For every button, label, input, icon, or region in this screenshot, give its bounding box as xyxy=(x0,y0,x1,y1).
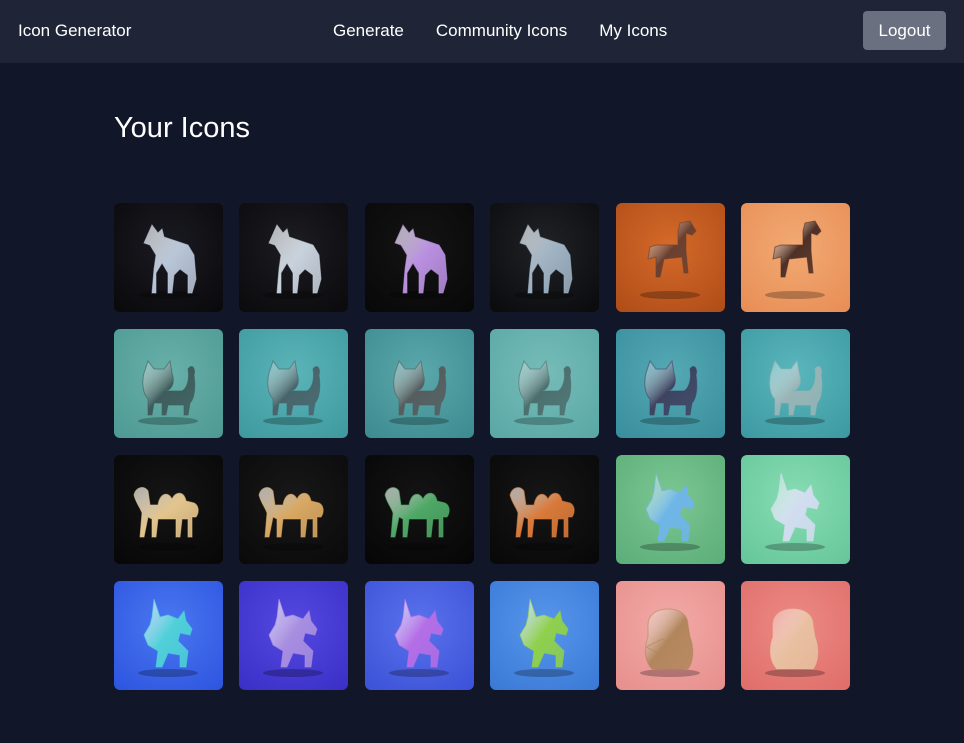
icon-tile-horse[interactable] xyxy=(740,203,850,312)
unicorn-icon xyxy=(490,581,600,690)
wolf-icon xyxy=(239,203,349,312)
icon-tile-cat[interactable] xyxy=(114,329,223,438)
icon-tile-cat[interactable] xyxy=(615,329,725,438)
icon-tile-wolf[interactable] xyxy=(239,203,349,312)
nav-my-icons[interactable]: My Icons xyxy=(599,21,667,41)
icon-tile-unicorn[interactable] xyxy=(239,581,349,690)
unicorn-icon xyxy=(740,455,850,564)
icon-tile-cat[interactable] xyxy=(490,329,600,438)
unicorn-icon xyxy=(114,581,223,690)
nav-community-icons[interactable]: Community Icons xyxy=(436,21,567,41)
cat-icon xyxy=(490,329,600,438)
icon-tile-wolf[interactable] xyxy=(114,203,223,312)
wolf-icon xyxy=(114,203,223,312)
camel-icon xyxy=(239,455,349,564)
main-nav: Generate Community Icons My Icons xyxy=(333,21,667,41)
top-navbar: Icon Generator Generate Community Icons … xyxy=(0,0,964,63)
icon-grid xyxy=(114,203,850,690)
icon-tile-capybara[interactable] xyxy=(740,581,850,690)
icon-tile-wolf[interactable] xyxy=(364,203,474,312)
icon-tile-unicorn[interactable] xyxy=(364,581,474,690)
icon-tile-camel[interactable] xyxy=(490,455,600,564)
cat-icon xyxy=(615,329,725,438)
icon-tile-camel[interactable] xyxy=(364,455,474,564)
icon-tile-camel[interactable] xyxy=(114,455,223,564)
page-title: Your Icons xyxy=(114,112,250,144)
icon-tile-unicorn[interactable] xyxy=(114,581,223,690)
icon-tile-unicorn[interactable] xyxy=(490,581,600,690)
icon-tile-capybara[interactable] xyxy=(615,581,725,690)
wolf-icon xyxy=(490,203,600,312)
camel-icon xyxy=(490,455,600,564)
nav-generate[interactable]: Generate xyxy=(333,21,404,41)
horse-icon xyxy=(740,203,850,312)
capybara-icon xyxy=(615,581,725,690)
unicorn-icon xyxy=(239,581,349,690)
icon-tile-cat[interactable] xyxy=(239,329,349,438)
capybara-icon xyxy=(740,581,850,690)
horse-icon xyxy=(615,203,725,312)
camel-icon xyxy=(364,455,474,564)
cat-icon xyxy=(239,329,349,438)
brand-link[interactable]: Icon Generator xyxy=(18,21,131,41)
logout-button[interactable]: Logout xyxy=(863,11,946,50)
icon-tile-cat[interactable] xyxy=(364,329,474,438)
icon-tile-wolf[interactable] xyxy=(490,203,600,312)
unicorn-icon xyxy=(364,581,474,690)
unicorn-icon xyxy=(615,455,725,564)
camel-icon xyxy=(114,455,223,564)
icon-tile-unicorn[interactable] xyxy=(615,455,725,564)
cat-icon xyxy=(364,329,474,438)
icon-tile-unicorn[interactable] xyxy=(740,455,850,564)
cat-icon xyxy=(740,329,850,438)
icon-tile-horse[interactable] xyxy=(615,203,725,312)
wolf-icon xyxy=(364,203,474,312)
cat-icon xyxy=(114,329,223,438)
icon-tile-camel[interactable] xyxy=(239,455,349,564)
icon-tile-cat[interactable] xyxy=(740,329,850,438)
